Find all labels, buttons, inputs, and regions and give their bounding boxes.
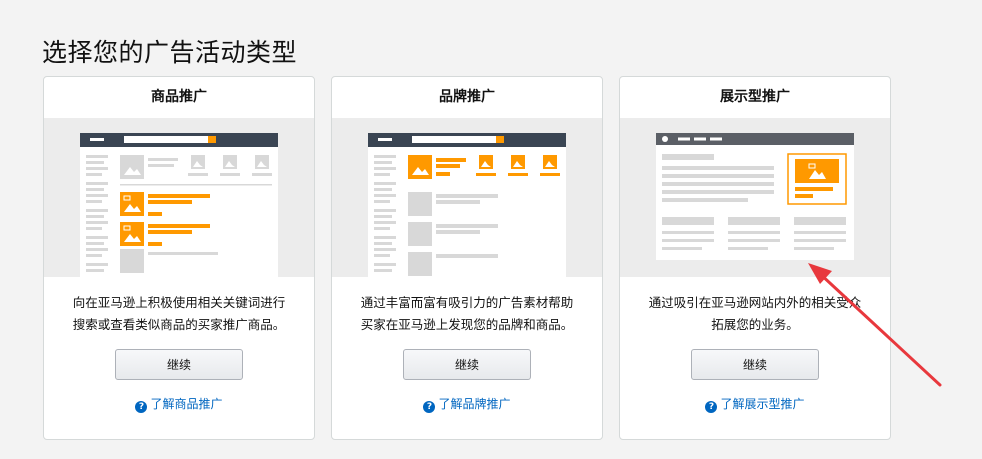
card-title: 品牌推广 xyxy=(439,89,495,105)
description-line: 向在亚马逊上积极使用相关关键词进行 xyxy=(72,295,286,310)
learn-more-label: 了解展示型推广 xyxy=(720,397,805,411)
page-title: 选择您的广告活动类型 xyxy=(42,38,298,67)
learn-more-label: 了解品牌推广 xyxy=(438,397,511,411)
help-icon: ? xyxy=(423,401,436,413)
learn-more-link[interactable]: ? 了解商品推广 xyxy=(44,395,314,413)
learn-more-link[interactable]: ? 了解品牌推广 xyxy=(332,395,602,413)
sponsored-brands-preview-image xyxy=(332,118,602,277)
learn-more-label: 了解商品推广 xyxy=(150,397,223,411)
description-line: 通过丰富而富有吸引力的广告素材帮助 xyxy=(360,295,574,310)
help-icon: ? xyxy=(135,401,148,413)
continue-button[interactable]: 继续 xyxy=(691,349,819,380)
card-sponsored-display: 展示型推广 通过吸引在亚马逊网站内外的相关受众 拓展您的业务。 继续 ? 了解展… xyxy=(619,76,891,440)
continue-button[interactable]: 继续 xyxy=(115,349,243,380)
card-sponsored-brands: 品牌推广 通过丰富而富有吸引力的广告素材帮助 买家在亚马逊上发现您的品牌和商品。… xyxy=(331,76,603,440)
help-icon: ? xyxy=(705,401,718,413)
learn-more-link[interactable]: ? 了解展示型推广 xyxy=(620,395,890,413)
card-title: 展示型推广 xyxy=(720,89,790,105)
card-description: 向在亚马逊上积极使用相关关键词进行 搜索或查看类似商品的买家推广商品。 xyxy=(54,292,304,336)
description-line: 搜索或查看类似商品的买家推广商品。 xyxy=(72,317,286,332)
card-sponsored-products: 商品推广 向在亚马逊上积极使用相关关键词进行 搜索或查看类似商品的买家推广商品。… xyxy=(43,76,315,440)
card-description: 通过吸引在亚马逊网站内外的相关受众 拓展您的业务。 xyxy=(630,292,880,336)
description-line: 买家在亚马逊上发现您的品牌和商品。 xyxy=(360,317,574,332)
description-line: 拓展您的业务。 xyxy=(711,317,799,332)
sponsored-display-preview-image xyxy=(620,118,890,277)
sponsored-products-preview-image xyxy=(44,118,314,277)
card-description: 通过丰富而富有吸引力的广告素材帮助 买家在亚马逊上发现您的品牌和商品。 xyxy=(342,292,592,336)
continue-button[interactable]: 继续 xyxy=(403,349,531,380)
card-title: 商品推广 xyxy=(151,89,207,105)
description-line: 通过吸引在亚马逊网站内外的相关受众 xyxy=(648,295,862,310)
